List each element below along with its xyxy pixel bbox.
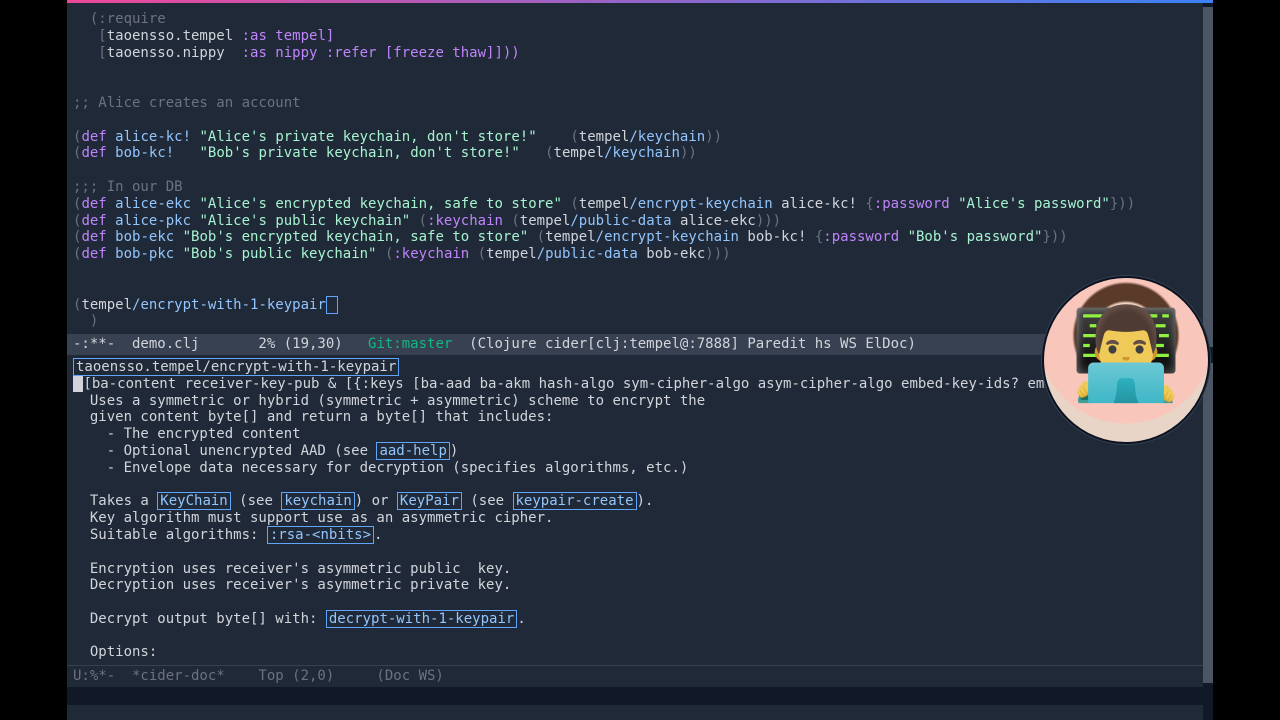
doc-ref-decrypt-fn[interactable]: decrypt-with-1-keypair [326,610,517,628]
doc-line: Decryption uses receiver's asymmetric pr… [73,577,511,593]
code-text: taoensso.nippy [107,45,225,61]
code-buffer[interactable]: (:require [taoensso.tempel :as tempel] [… [67,3,1213,334]
doc-ref-keychain[interactable]: keychain [281,492,354,510]
cider-doc-buffer[interactable]: taoensso.tempel/encrypt-with-1-keypair [… [67,355,1213,665]
code-text: taoensso.tempel [107,28,233,44]
code-comment: ;; Alice creates an account [73,95,301,111]
scrollbar-thumb-bottom[interactable] [1203,363,1213,683]
doc-ref-aad-help[interactable]: aad-help [376,442,449,460]
modeline-modes: (Clojure cider[clj:tempel@:7888] Paredit… [452,336,916,352]
code-text: [ [73,45,107,61]
doc-symbol-title: taoensso.tempel/encrypt-with-1-keypair [73,358,399,376]
doc-line: Uses a symmetric or hybrid (symmetric + … [73,393,705,409]
doc-line: Key algorithm must support use as an asy… [73,510,553,526]
code-text: :as tempel] [233,28,334,44]
presenter-webcam [1042,276,1210,444]
doc-ref-keypair-create[interactable]: keypair-create [513,492,637,510]
code-text: :as nippy :refer [freeze thaw]])) [225,45,520,61]
doc-cursor [73,376,83,392]
modeline-main: -:**- demo.clj 2% (19,30) Git:master (Cl… [67,334,1213,355]
code-text: [ [73,28,107,44]
doc-ref-rsa[interactable]: :rsa-<nbits> [267,526,374,544]
doc-line: - Optional unencrypted AAD (see [73,443,376,459]
scrollbar-thumb-top[interactable] [1203,7,1213,347]
doc-line: Options: [73,644,157,660]
modeline-git: Git:master [368,336,452,352]
modeline-file: -:**- demo.clj 2% (19,30) [73,336,368,352]
doc-ref-keypair-class[interactable]: KeyPair [397,492,462,510]
minibuffer[interactable] [67,687,1213,705]
cursor-position [326,296,338,314]
doc-line: - Envelope data necessary for decryption… [73,460,688,476]
modeline-doc-text: U:%*- *cider-doc* Top (2,0) (Doc WS) [73,668,444,684]
code-text: (:require [73,11,166,27]
doc-line: Encryption uses receiver's asymmetric pu… [73,561,511,577]
modeline-doc: U:%*- *cider-doc* Top (2,0) (Doc WS) [67,665,1213,687]
doc-line: - The encrypted content [73,426,301,442]
doc-line: given content byte[] and return a byte[]… [73,409,553,425]
doc-arglist: [ba-content receiver-key-pub & [{:keys [… [83,376,1086,392]
doc-ref-keychain-class[interactable]: KeyChain [157,492,230,510]
